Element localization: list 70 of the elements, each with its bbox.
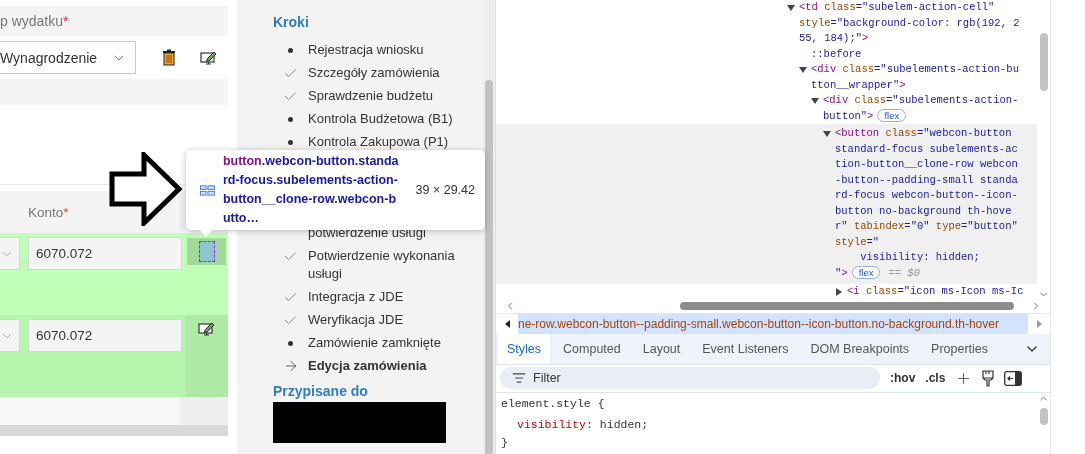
step-label: Weryfikacja JDE <box>308 311 404 329</box>
edit-button[interactable] <box>197 320 216 338</box>
expanded-triangle-icon[interactable] <box>811 96 819 105</box>
expanded-triangle-icon[interactable] <box>799 65 807 74</box>
inspect-highlight <box>187 238 226 265</box>
paintbrush-icon <box>982 369 995 387</box>
step-label: potwierdzenie usługi <box>308 224 426 242</box>
css-brace: } <box>501 435 509 451</box>
sidebar-icon <box>1004 370 1023 386</box>
right-triangle-icon <box>1036 320 1042 329</box>
element-selector: button.webcon-button.standard-focus.subelements-action-button__clone-row.webcon-butto… <box>222 153 400 227</box>
toolbar-toggle[interactable]: .cls <box>925 371 946 386</box>
section-title: Przypisane do <box>273 383 369 399</box>
column-header: Konto* <box>28 204 69 220</box>
scrollbar-thumb[interactable] <box>680 302 1014 311</box>
collapsed-triangle-icon[interactable] <box>835 287 843 296</box>
trash-icon <box>162 49 176 66</box>
step-label: Rejestracja wniosku <box>308 41 424 59</box>
dom-node[interactable]: <div class="subelements-action-bu tton__wrapper"> <box>811 62 1037 93</box>
step-label: Kontrola Budżetowa (B1) <box>308 110 453 128</box>
expanded-triangle-icon[interactable] <box>787 3 795 12</box>
left-triangle-icon <box>504 320 510 329</box>
account-field[interactable]: 6070.072 <box>28 237 182 270</box>
tab[interactable]: Computed <box>554 334 630 364</box>
dom-node[interactable]: <td class="subelem-action-cell" style="background-color: rgb(192, 2 55, 184);"> <box>799 0 1037 47</box>
bullet-icon <box>288 139 293 145</box>
element-size: 39 × 29.42 <box>415 183 475 197</box>
field-label: p wydatku* <box>0 6 228 36</box>
step-label: Edycja zamówienia <box>308 357 427 375</box>
filter-field[interactable]: Filter <box>500 367 880 390</box>
dropdown-field[interactable] <box>0 237 20 270</box>
delete-button[interactable] <box>160 48 178 67</box>
filter-icon <box>512 371 526 386</box>
tab[interactable]: Event Listeners <box>693 334 798 364</box>
paint-button[interactable] <box>982 369 995 387</box>
css-declaration[interactable]: visibility: hidden; <box>501 416 1032 434</box>
dom-node[interactable]: ::before <box>811 46 1037 62</box>
scrollbar-thumb[interactable] <box>1039 33 1048 91</box>
step-label: Sprawdzenie budżetu <box>308 87 434 105</box>
step-label: Zamówienie zamknięte <box>308 334 441 352</box>
step-label: Potwierdzenie wykonania usługi <box>308 247 456 283</box>
scrollbar-thumb[interactable] <box>485 80 493 454</box>
monitor-pen-icon <box>199 49 217 66</box>
bullet-icon <box>288 47 293 53</box>
monitor-pen-icon <box>198 321 215 337</box>
tab[interactable]: Properties <box>922 334 998 364</box>
scrollbar-thumb[interactable] <box>1039 408 1048 425</box>
section-title: Kroki <box>273 14 310 30</box>
bullet-icon <box>288 116 293 122</box>
flex-layout-icon <box>200 184 215 196</box>
horizontal-scrollbar[interactable] <box>0 425 228 436</box>
css-selector: element.style { <box>501 396 606 412</box>
tab[interactable]: DOM Breakpoints <box>801 334 919 364</box>
required-mark: * <box>63 13 69 29</box>
bullet-icon <box>288 340 293 346</box>
dropdown-field[interactable] <box>0 319 20 352</box>
tab[interactable]: Layout <box>633 334 690 364</box>
expanded-triangle-icon[interactable] <box>823 129 831 138</box>
breadcrumb[interactable]: ne-row.webcon-button--padding-small.webcon-button--icon-button.no-background.th-hover <box>518 314 1028 335</box>
tab[interactable]: Styles <box>498 334 551 364</box>
dom-node[interactable]: <i class="icon ms-Icon ms-Ic <box>847 284 1037 300</box>
dom-node[interactable]: <div class="subelements-action- button"> flex <box>823 93 1037 124</box>
expense-type-select[interactable]: Wynagrodzenie <box>0 41 136 74</box>
account-field[interactable]: 6070.072 <box>28 319 182 352</box>
toolbar-toggle[interactable]: :hov <box>890 371 916 386</box>
step-label: Szczegóły zamówienia <box>308 64 440 82</box>
step-label: Integracja z JDE <box>308 288 404 306</box>
required-mark: * <box>63 204 69 220</box>
step-label: Kontrola Zakupowa (P1) <box>308 133 449 151</box>
sidebar-toggle-button[interactable] <box>1004 370 1023 386</box>
